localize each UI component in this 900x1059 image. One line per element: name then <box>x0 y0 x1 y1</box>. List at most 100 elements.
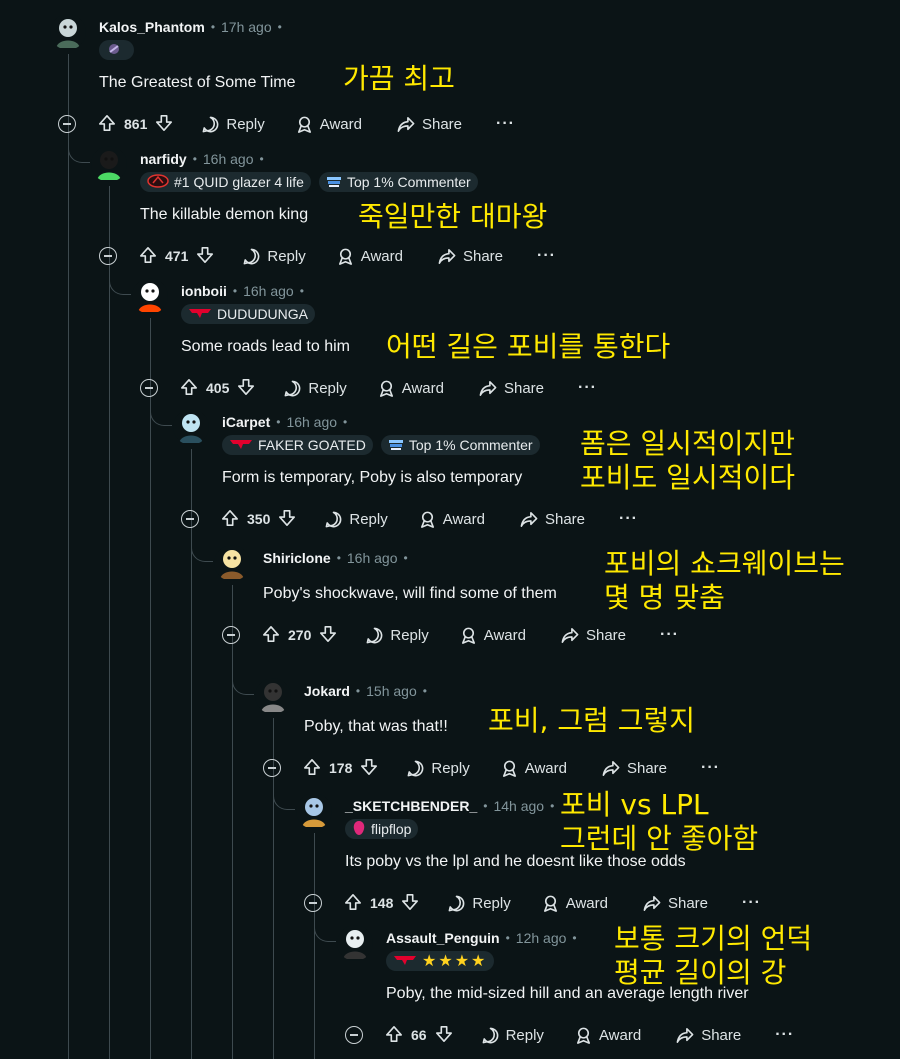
share-button[interactable]: Share <box>478 379 544 398</box>
collapse-button[interactable] <box>263 759 281 777</box>
upvote-icon[interactable] <box>385 1025 403 1046</box>
more-options-button[interactable]: ··· <box>660 626 679 644</box>
collapse-button[interactable] <box>140 379 158 397</box>
downvote-icon[interactable] <box>196 246 214 267</box>
share-button[interactable]: Share <box>642 894 708 913</box>
award-button[interactable]: Award <box>418 510 485 529</box>
username[interactable]: Kalos_Phantom <box>99 19 205 35</box>
downvote-icon[interactable] <box>435 1025 453 1046</box>
collapse-button[interactable] <box>345 1026 363 1044</box>
award-button[interactable]: Award <box>295 115 362 134</box>
award-button[interactable]: Award <box>500 759 567 778</box>
award-button[interactable]: Award <box>459 626 526 645</box>
downvote-icon[interactable] <box>237 378 255 399</box>
downvote-icon[interactable] <box>319 625 337 646</box>
separator-dot: • <box>422 684 427 698</box>
username[interactable]: ionboii <box>181 283 227 299</box>
award-button[interactable]: Award <box>377 379 444 398</box>
timestamp[interactable]: 14h ago <box>493 798 544 814</box>
more-options-button[interactable]: ··· <box>742 894 761 912</box>
share-button[interactable]: Share <box>675 1026 741 1045</box>
share-icon <box>601 759 621 778</box>
share-button[interactable]: Share <box>560 626 626 645</box>
share-button[interactable]: Share <box>437 247 503 266</box>
avatar[interactable] <box>91 146 127 182</box>
avatar[interactable] <box>337 925 373 961</box>
timestamp[interactable]: 16h ago <box>286 414 337 430</box>
award-button[interactable]: Award <box>336 247 403 266</box>
separator-dot: • <box>550 799 555 813</box>
username[interactable]: narfidy <box>140 151 187 167</box>
reply-button[interactable]: Reply <box>201 115 265 134</box>
avatar[interactable] <box>132 278 168 314</box>
collapse-button[interactable] <box>58 115 76 133</box>
collapse-button[interactable] <box>99 247 117 265</box>
username[interactable]: _SKETCHBENDER_ <box>345 798 477 814</box>
upvote-icon[interactable] <box>344 893 362 914</box>
downvote-icon[interactable] <box>155 114 173 135</box>
separator-dot: • <box>343 415 348 429</box>
more-options-button[interactable]: ··· <box>701 759 720 777</box>
team-logo-icon <box>147 173 169 191</box>
reply-button[interactable]: Reply <box>283 379 347 398</box>
collapse-button[interactable] <box>222 626 240 644</box>
share-button[interactable]: Share <box>396 115 462 134</box>
collapse-button[interactable] <box>181 510 199 528</box>
more-options-button[interactable]: ··· <box>775 1026 794 1044</box>
share-icon <box>675 1026 695 1045</box>
reply-icon <box>283 379 302 398</box>
reply-button[interactable]: Reply <box>447 894 511 913</box>
thread-line <box>314 833 315 1059</box>
avatar[interactable] <box>214 545 250 581</box>
username[interactable]: iCarpet <box>222 414 270 430</box>
username[interactable]: Jokard <box>304 683 350 699</box>
translation-line: 보통 크기의 언덕 <box>614 922 813 955</box>
flair-text: DUDUDUNGA <box>217 306 308 322</box>
award-label: Award <box>598 1026 642 1044</box>
timestamp[interactable]: 17h ago <box>221 19 272 35</box>
reply-button[interactable]: Reply <box>365 626 429 645</box>
collapse-button[interactable] <box>304 894 322 912</box>
upvote-icon[interactable] <box>262 625 280 646</box>
upvote-icon[interactable] <box>303 758 321 779</box>
timestamp[interactable]: 16h ago <box>203 151 254 167</box>
downvote-icon[interactable] <box>360 758 378 779</box>
timestamp[interactable]: 16h ago <box>347 550 398 566</box>
avatar[interactable] <box>296 793 332 829</box>
more-options-button[interactable]: ··· <box>578 379 597 397</box>
share-label: Share <box>421 115 462 133</box>
more-options-button[interactable]: ··· <box>619 510 638 528</box>
avatar[interactable] <box>50 14 86 50</box>
timestamp[interactable]: 15h ago <box>366 683 417 699</box>
flair-row: #1 QUID glazer 4 life Top 1% Commenter <box>140 171 478 193</box>
more-options-button[interactable]: ··· <box>537 247 556 265</box>
reply-button[interactable]: Reply <box>242 247 306 266</box>
upvote-icon[interactable] <box>221 509 239 530</box>
avatar[interactable] <box>173 409 209 445</box>
comment-actions: 405 Reply Award Share ··· <box>140 374 597 402</box>
reply-button[interactable]: Reply <box>481 1026 544 1045</box>
share-button[interactable]: Share <box>601 759 667 778</box>
username[interactable]: Assault_Penguin <box>386 930 500 946</box>
thread-connector <box>314 919 336 942</box>
reply-button[interactable]: Reply <box>324 510 388 529</box>
share-button[interactable]: Share <box>519 510 585 529</box>
upvote-icon[interactable] <box>180 378 198 399</box>
korean-translation: 폼은 일시적이지만 포비도 일시적이다 <box>580 427 795 495</box>
upvote-icon[interactable] <box>139 246 157 267</box>
more-options-button[interactable]: ··· <box>496 115 515 133</box>
downvote-icon[interactable] <box>401 893 419 914</box>
timestamp[interactable]: 16h ago <box>243 283 294 299</box>
username[interactable]: Shiriclone <box>263 550 331 566</box>
translation-line: 가끔 최고 <box>343 62 455 95</box>
comment-body: Poby, that was that!! <box>304 718 448 735</box>
award-button[interactable]: Award <box>541 894 608 913</box>
separator-dot: • <box>336 551 341 565</box>
downvote-icon[interactable] <box>278 509 296 530</box>
upvote-icon[interactable] <box>98 114 116 135</box>
thread-line <box>232 585 233 1059</box>
reply-button[interactable]: Reply <box>406 759 470 778</box>
award-button[interactable]: Award <box>574 1026 641 1045</box>
timestamp[interactable]: 12h ago <box>516 930 567 946</box>
avatar[interactable] <box>255 678 291 714</box>
